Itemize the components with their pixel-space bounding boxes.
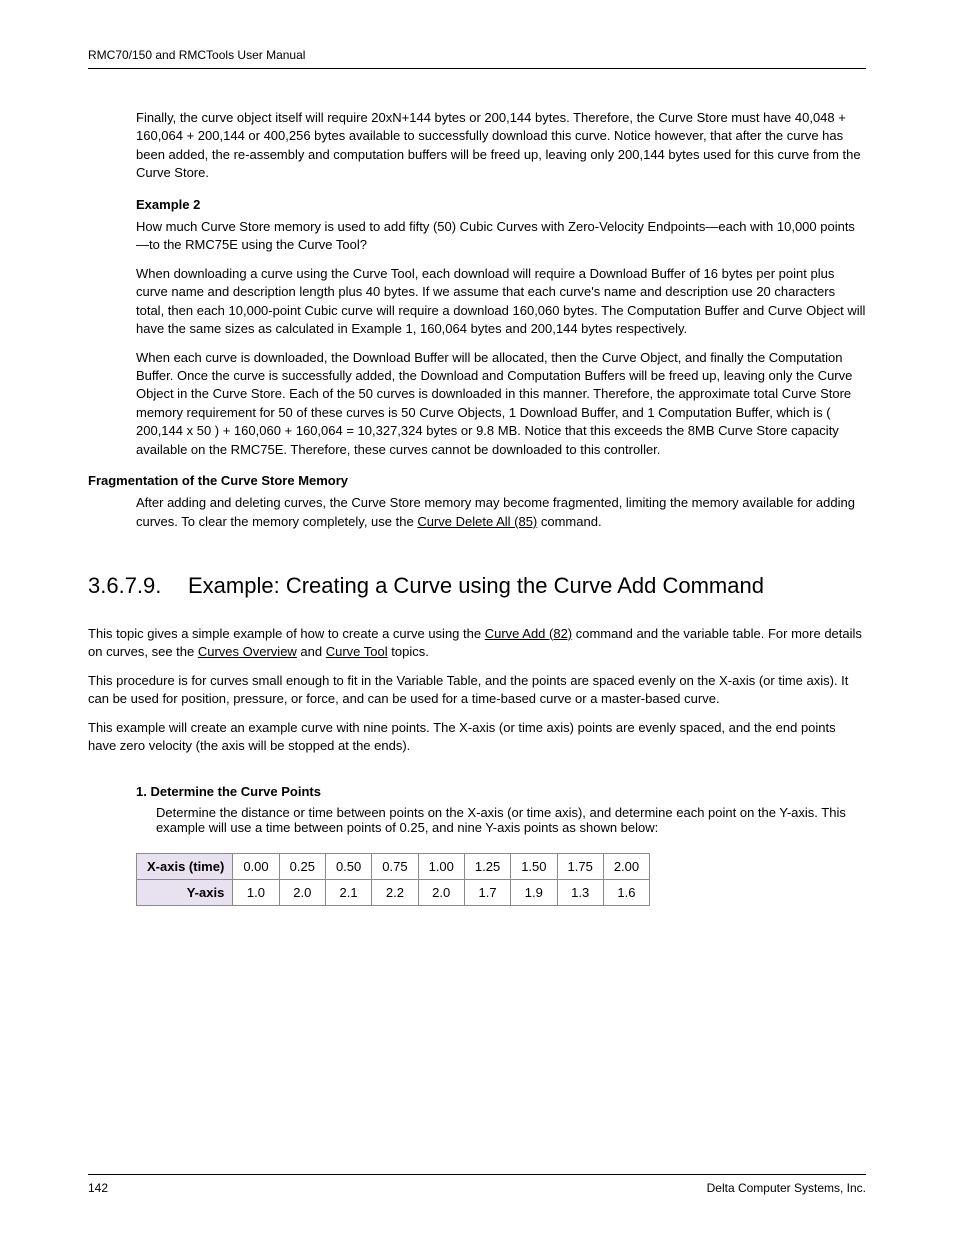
- table-cell: 1.50: [511, 853, 557, 879]
- section-number: 3.6.7.9.: [88, 571, 188, 601]
- link-curves-overview[interactable]: Curves Overview: [198, 644, 297, 659]
- table-row: Y-axis 1.0 2.0 2.1 2.2 2.0 1.7 1.9 1.3 1…: [137, 879, 650, 905]
- step-1-body: Determine the distance or time between p…: [156, 805, 866, 835]
- table-cell: 2.0: [279, 879, 325, 905]
- link-curve-tool[interactable]: Curve Tool: [326, 644, 388, 659]
- step-1-label: 1. Determine the Curve Points: [136, 784, 866, 799]
- table-cell: 1.0: [233, 879, 279, 905]
- table-row: X-axis (time) 0.00 0.25 0.50 0.75 1.00 1…: [137, 853, 650, 879]
- table-cell: 1.6: [603, 879, 649, 905]
- table-cell: 1.7: [464, 879, 510, 905]
- paragraph: After adding and deleting curves, the Cu…: [136, 494, 866, 531]
- fragmentation-heading: Fragmentation of the Curve Store Memory: [88, 473, 866, 488]
- table-cell: 2.2: [372, 879, 418, 905]
- text: command.: [537, 514, 601, 529]
- paragraph: When downloading a curve using the Curve…: [136, 265, 866, 339]
- section-title-text: Example: Creating a Curve using the Curv…: [188, 573, 764, 598]
- content-block: Finally, the curve object itself will re…: [136, 109, 866, 459]
- footer-company: Delta Computer Systems, Inc.: [707, 1181, 866, 1195]
- fragmentation-block: After adding and deleting curves, the Cu…: [136, 494, 866, 531]
- table-cell: 2.1: [325, 879, 371, 905]
- table-cell: 0.75: [372, 853, 418, 879]
- paragraph: How much Curve Store memory is used to a…: [136, 218, 866, 255]
- page-header: RMC70/150 and RMCTools User Manual: [88, 48, 866, 69]
- text: This topic gives a simple example of how…: [88, 626, 485, 641]
- table-cell: 1.25: [464, 853, 510, 879]
- section-title: 3.6.7.9.Example: Creating a Curve using …: [188, 571, 866, 601]
- curve-points-table: X-axis (time) 0.00 0.25 0.50 0.75 1.00 1…: [136, 853, 650, 906]
- table-cell: 0.00: [233, 853, 279, 879]
- paragraph: This example will create an example curv…: [88, 719, 866, 756]
- table-cell: 1.75: [557, 853, 603, 879]
- link-curve-add[interactable]: Curve Add (82): [485, 626, 572, 641]
- text: topics.: [388, 644, 429, 659]
- paragraph: This procedure is for curves small enoug…: [88, 672, 866, 709]
- table-cell: 1.3: [557, 879, 603, 905]
- paragraph: When each curve is downloaded, the Downl…: [136, 349, 866, 460]
- paragraph: Finally, the curve object itself will re…: [136, 109, 866, 183]
- table-cell: 0.50: [325, 853, 371, 879]
- page-number: 142: [88, 1181, 108, 1195]
- table-cell: 0.25: [279, 853, 325, 879]
- page-footer: 142 Delta Computer Systems, Inc.: [88, 1174, 866, 1195]
- row-header-y: Y-axis: [137, 879, 233, 905]
- paragraph: This topic gives a simple example of how…: [88, 625, 866, 662]
- row-header-x: X-axis (time): [137, 853, 233, 879]
- table-cell: 2.0: [418, 879, 464, 905]
- table-cell: 1.00: [418, 853, 464, 879]
- step-1: 1. Determine the Curve Points Determine …: [136, 784, 866, 835]
- text: and: [297, 644, 326, 659]
- document-page: RMC70/150 and RMCTools User Manual Final…: [0, 0, 954, 1235]
- header-title: RMC70/150 and RMCTools User Manual: [88, 48, 305, 62]
- table-cell: 2.00: [603, 853, 649, 879]
- example2-heading: Example 2: [136, 197, 866, 212]
- table-cell: 1.9: [511, 879, 557, 905]
- section-intro: This topic gives a simple example of how…: [88, 625, 866, 756]
- link-curve-delete-all[interactable]: Curve Delete All (85): [417, 514, 537, 529]
